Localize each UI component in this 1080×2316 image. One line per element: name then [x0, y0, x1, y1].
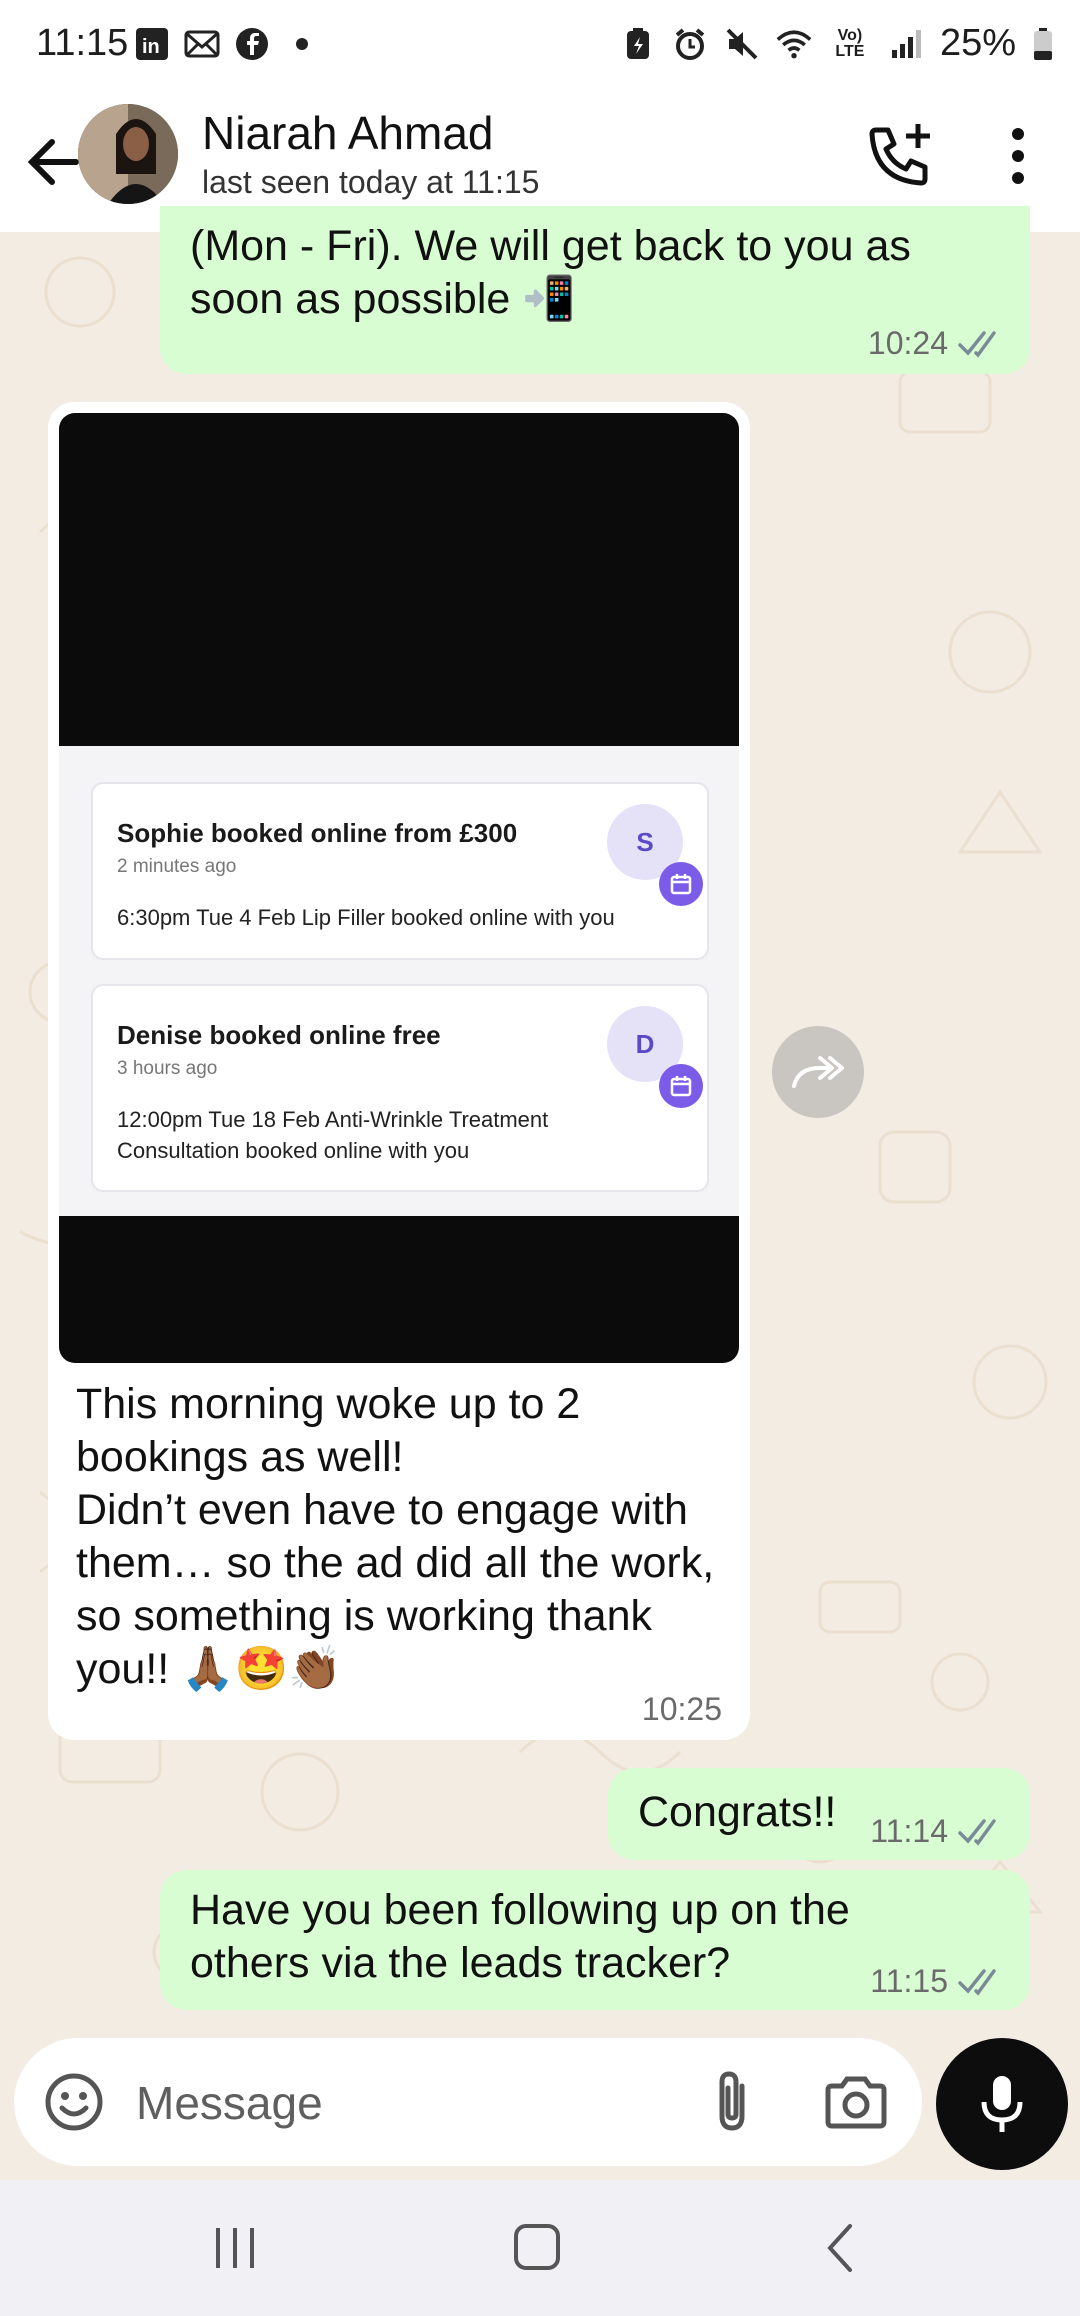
- more-options-button[interactable]: [996, 118, 1040, 194]
- message-time: 11:14: [870, 1813, 948, 1849]
- read-ticks-icon: [958, 1968, 996, 1996]
- message-composer: [14, 2038, 922, 2166]
- linkedin-icon: in: [134, 26, 170, 62]
- voice-message-button[interactable]: [936, 2038, 1068, 2170]
- booking-detail: 12:00pm Tue 18 Feb Anti-Wrinkle Treatmen…: [117, 1107, 549, 1163]
- paperclip-icon: [719, 2071, 745, 2131]
- last-seen-status: last seen today at 11:15: [202, 164, 540, 200]
- system-navigation-bar: [0, 2180, 1080, 2316]
- camera-button[interactable]: [822, 2068, 890, 2136]
- message-bubble-outgoing[interactable]: Congrats!! 11:14: [608, 1768, 1030, 1860]
- wifi-icon: [776, 26, 812, 62]
- microphone-icon: [981, 2076, 1023, 2132]
- calendar-icon: [670, 874, 692, 895]
- mute-icon: [724, 26, 760, 62]
- booking-notifications: Sophie booked online from £300 2 minutes…: [59, 746, 739, 1216]
- forward-icon: [792, 1056, 844, 1088]
- message-meta: 11:14: [870, 1813, 1006, 1850]
- shared-image[interactable]: Sophie booked online from £300 2 minutes…: [59, 413, 739, 1363]
- message-line: soon as possible 📲: [190, 275, 576, 323]
- message-line: (Mon - Fri). We will get back to you as: [190, 222, 911, 270]
- message-text: (Mon - Fri). We will get back to you as …: [190, 220, 911, 326]
- contact-name[interactable]: Niarah Ahmad: [202, 106, 494, 160]
- calendar-badge: [659, 862, 703, 906]
- phone-plus-icon: [869, 124, 930, 186]
- message-meta: 11:15: [870, 1963, 1006, 2000]
- mail-icon: [184, 26, 220, 62]
- message-text: This morning woke up to 2 bookings as we…: [76, 1380, 715, 1693]
- message-meta: 10:24: [868, 325, 1006, 362]
- calendar-badge: [659, 1064, 703, 1108]
- forward-button[interactable]: [772, 1026, 864, 1118]
- more-vertical-icon: [1012, 128, 1024, 184]
- status-time: 11:15: [36, 22, 129, 64]
- battery-percent: 25%: [939, 22, 1016, 64]
- message-input[interactable]: [134, 2068, 698, 2138]
- booking-time-ago: 2 minutes ago: [117, 856, 237, 877]
- volte-label: Vo) LTE: [835, 26, 865, 60]
- camera-icon: [825, 2076, 887, 2129]
- message-time: 10:24: [867, 325, 948, 361]
- message-bubble-outgoing[interactable]: Have you been following up on the others…: [160, 1870, 1030, 2010]
- status-bar: 11:15 in Vo) LTE 25%: [0, 0, 1080, 96]
- battery-icon: [1032, 26, 1054, 62]
- read-ticks-icon: [958, 330, 996, 358]
- system-back-button[interactable]: [806, 2218, 876, 2278]
- smiley-icon: [45, 2073, 103, 2131]
- attach-button[interactable]: [704, 2068, 764, 2136]
- booking-detail: 6:30pm Tue 4 Feb Lip Filler booked onlin…: [117, 905, 615, 930]
- message-time: 10:25: [641, 1691, 722, 1727]
- home-button[interactable]: [502, 2218, 572, 2278]
- booking-title: Sophie booked online from £300: [117, 818, 518, 848]
- add-call-button[interactable]: [862, 118, 938, 194]
- facebook-icon: [234, 26, 270, 62]
- calendar-icon: [670, 1076, 692, 1097]
- booking-title: Denise booked online free: [117, 1020, 441, 1050]
- message-bubble-outgoing[interactable]: (Mon - Fri). We will get back to you as …: [160, 206, 1030, 374]
- svg-text:in: in: [142, 36, 160, 58]
- booking-card: Denise booked online free 3 hours ago 12…: [91, 984, 709, 1192]
- message-time: 11:15: [870, 1963, 948, 1999]
- read-ticks-icon: [958, 1818, 996, 1846]
- alarm-icon: [672, 26, 708, 62]
- booking-time-ago: 3 hours ago: [117, 1058, 218, 1079]
- emoji-button[interactable]: [42, 2070, 106, 2134]
- message-meta: 10:25: [642, 1691, 722, 1728]
- booking-card: Sophie booked online from £300 2 minutes…: [91, 782, 709, 960]
- recent-apps-button[interactable]: [200, 2218, 270, 2278]
- home-icon: [514, 2224, 560, 2270]
- dot-icon: [284, 26, 320, 62]
- recent-apps-icon: [216, 2228, 254, 2268]
- message-text: Congrats!!: [638, 1788, 837, 1836]
- battery-saver-icon: [620, 26, 656, 62]
- chevron-left-icon: [827, 2224, 852, 2272]
- contact-avatar[interactable]: [78, 104, 178, 204]
- signal-icon: [888, 26, 924, 62]
- message-text: Have you been following up on the others…: [190, 1886, 850, 1987]
- volte-icon: Vo) LTE: [828, 26, 872, 62]
